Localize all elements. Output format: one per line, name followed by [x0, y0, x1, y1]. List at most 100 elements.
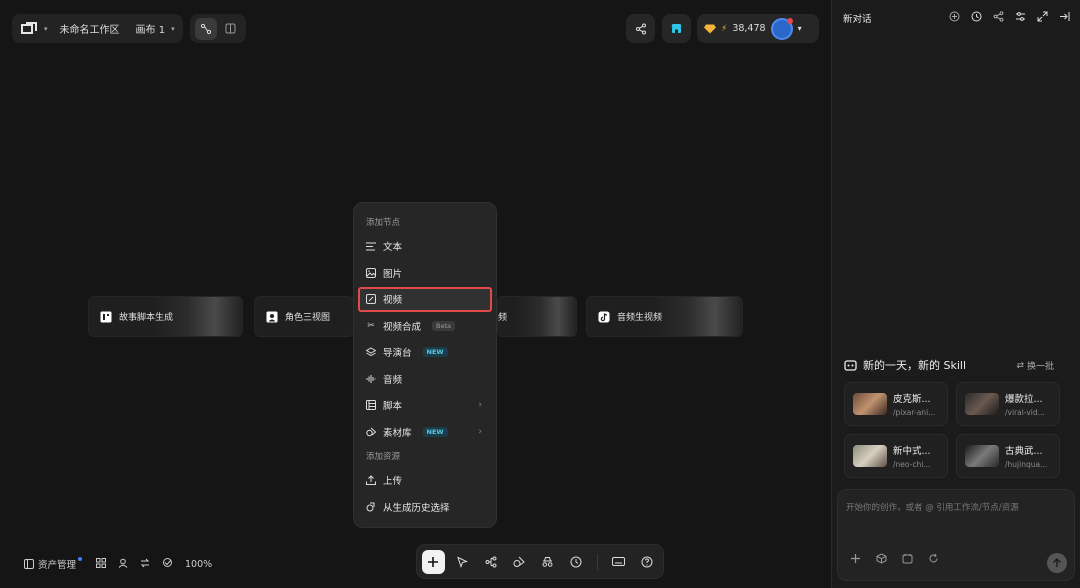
skill-card[interactable]: 爆款拉... /viral-vid... — [956, 382, 1060, 426]
skill-thumbnail — [965, 445, 999, 467]
refresh-skills-button[interactable]: ⇄ 换一批 — [1016, 359, 1054, 373]
panel-title: 新对话 — [843, 14, 872, 25]
workspace-bar: ▾ 未命名工作区 画布 1 ▾ — [12, 14, 183, 43]
menu-item-library[interactable]: 素材库 NEW › — [354, 419, 496, 446]
skill-slug: /pixar-ani... — [893, 408, 936, 417]
workflow-card[interactable]: 频 — [497, 296, 577, 337]
chevron-down-icon[interactable]: ▾ — [44, 25, 48, 33]
refresh-icon[interactable] — [928, 553, 939, 567]
app-logo-icon[interactable] — [20, 21, 38, 36]
menu-item-label: 脚本 — [383, 401, 403, 413]
share-icon[interactable] — [992, 10, 1004, 22]
swap-icon[interactable] — [140, 558, 150, 571]
help-icon — [641, 556, 653, 567]
workflow-view-button[interactable] — [195, 17, 217, 40]
menu-item-text[interactable]: 文本 — [354, 233, 496, 260]
store-button[interactable] — [662, 14, 691, 43]
skill-slug: /viral-vid... — [1005, 408, 1045, 417]
toolbar-divider — [596, 553, 598, 570]
canvas-selector[interactable]: 画布 1 — [136, 21, 166, 36]
panel-toolbar — [948, 10, 1070, 22]
workflow-card[interactable]: 故事脚本生成 — [88, 296, 243, 337]
skill-name: 古典武... — [1005, 446, 1043, 457]
send-button[interactable] — [1047, 553, 1067, 573]
avatar[interactable] — [770, 17, 793, 40]
chevron-down-icon[interactable]: ▾ — [171, 25, 175, 33]
scissors-icon: ✂ — [367, 320, 375, 331]
incognito-icon — [542, 556, 553, 567]
menu-item-label: 素材库 — [383, 427, 412, 439]
notification-dot — [78, 557, 83, 561]
select-tool-button[interactable] — [451, 550, 474, 574]
skill-card[interactable]: 皮克斯... /pixar-ani... — [844, 382, 948, 426]
user-icon[interactable] — [118, 558, 128, 571]
chat-tools — [850, 553, 939, 567]
portrait-icon — [266, 311, 278, 323]
keyboard-button[interactable] — [607, 550, 630, 574]
assets-button[interactable]: 资产管理 — [24, 557, 84, 571]
chat-placeholder: 开始你的创作，或者 @ 引用工作流/节点/资源 — [846, 503, 1019, 513]
nodes-icon — [485, 556, 497, 567]
menu-section-title: 添加资源 — [366, 452, 401, 462]
canvas-area[interactable]: ▾ 未命名工作区 画布 1 ▾ ⚡ 38,478 ▾ 故事脚本生成 角色三视图 … — [0, 0, 831, 588]
zoom-level[interactable]: 100% — [185, 559, 212, 570]
collapse-panel-icon[interactable] — [1058, 10, 1070, 22]
grid-icon[interactable] — [96, 557, 107, 571]
menu-item-video-compose[interactable]: ✂ 视频合成 Beta — [354, 313, 496, 340]
skill-title: 新的一天，新的 Skill — [863, 359, 967, 372]
bottom-toolbar — [416, 544, 664, 579]
chevron-down-icon[interactable]: ▾ — [798, 24, 802, 33]
menu-item-image[interactable]: 图片 — [354, 260, 496, 287]
menu-item-director[interactable]: 导演台 NEW — [354, 339, 496, 366]
skill-card[interactable]: 古典武... /hujinqua... — [956, 434, 1060, 478]
sidebar-icon — [24, 559, 34, 569]
help-button[interactable] — [635, 550, 658, 574]
notification-dot — [786, 17, 793, 24]
history-icon — [366, 502, 376, 512]
shapes-icon — [366, 427, 376, 437]
workflow-tool-button[interactable] — [479, 550, 502, 574]
tiktok-icon — [598, 311, 610, 323]
new-chat-icon[interactable] — [948, 10, 960, 22]
menu-item-audio[interactable]: 音频 — [354, 366, 496, 393]
plus-icon — [428, 556, 439, 567]
new-badge: NEW — [422, 347, 448, 358]
menu-item-label: 上传 — [383, 476, 403, 488]
fit-view-icon[interactable] — [162, 557, 173, 571]
workflow-icon — [200, 23, 212, 34]
history-icon[interactable] — [970, 10, 982, 22]
add-node-menu: 添加节点 文本 图片 视频 ✂ 视频合成 Beta 导演台 NEW 音频 脚本 … — [353, 202, 497, 528]
card-label: 故事脚本生成 — [119, 313, 174, 323]
shapes-tool-button[interactable] — [508, 550, 531, 574]
image-icon — [366, 267, 376, 278]
skill-thumbnail — [853, 393, 887, 415]
refresh-label: 换一批 — [1026, 362, 1054, 372]
video-edit-icon — [366, 294, 376, 305]
workflow-card[interactable]: 音频生视频 — [586, 296, 743, 337]
menu-item-history[interactable]: 从生成历史选择 — [354, 494, 496, 521]
menu-item-script[interactable]: 脚本 › — [354, 392, 496, 419]
expand-icon[interactable] — [1036, 10, 1048, 22]
layout-icon — [225, 23, 235, 34]
add-node-button[interactable] — [422, 549, 445, 574]
robot-icon — [844, 360, 857, 371]
skill-card[interactable]: 新中式... /neo-chi... — [844, 434, 948, 478]
menu-item-upload[interactable]: 上传 — [354, 467, 496, 494]
cube-icon[interactable] — [876, 553, 887, 567]
beta-badge: Beta — [432, 320, 456, 331]
workspace-name[interactable]: 未命名工作区 — [60, 21, 120, 36]
share-button[interactable] — [626, 14, 655, 43]
incognito-button[interactable] — [537, 550, 560, 574]
media-icon[interactable] — [902, 553, 913, 567]
card-label: 音频生视频 — [617, 313, 663, 323]
arrow-up-icon — [1053, 558, 1061, 567]
settings-sliders-icon[interactable] — [1014, 10, 1026, 22]
plus-icon[interactable] — [850, 553, 861, 567]
menu-item-label: 导演台 — [383, 348, 412, 360]
credits-account[interactable]: ⚡ 38,478 ▾ — [697, 14, 819, 43]
menu-item-video[interactable]: 视频 — [354, 286, 496, 313]
workflow-card[interactable]: 角色三视图 — [254, 296, 354, 337]
history-button[interactable] — [565, 550, 588, 574]
chat-input[interactable]: 开始你的创作，或者 @ 引用工作流/节点/资源 — [837, 489, 1075, 581]
layout-view-button[interactable] — [219, 18, 241, 40]
